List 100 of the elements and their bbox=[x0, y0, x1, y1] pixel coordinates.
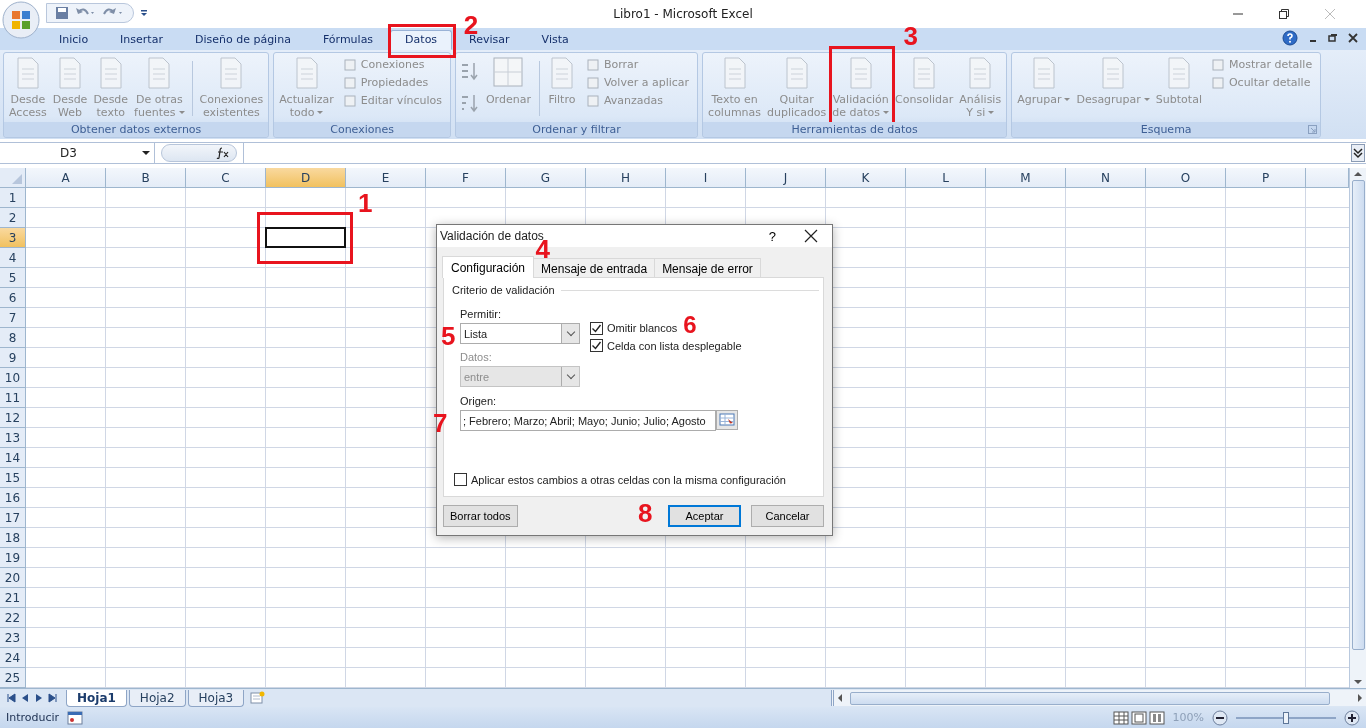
zoom-out-icon[interactable] bbox=[1212, 709, 1228, 726]
help-button[interactable]: ? bbox=[768, 228, 776, 244]
row-header[interactable]: 10 bbox=[0, 368, 26, 389]
step-number: 3 bbox=[903, 22, 919, 49]
page-break-icon[interactable] bbox=[1148, 710, 1165, 725]
scroll-thumb[interactable] bbox=[850, 691, 1330, 705]
dialog-tab[interactable]: Mensaje de entrada bbox=[533, 258, 656, 277]
dialog-button[interactable]: Cancelar bbox=[751, 505, 824, 527]
page-layout-icon[interactable] bbox=[1130, 710, 1147, 725]
row-header[interactable]: 12 bbox=[0, 408, 26, 429]
checkbox-label[interactable]: Omitir blancos bbox=[607, 322, 678, 334]
previous-sheet-icon[interactable] bbox=[20, 693, 30, 704]
row-header[interactable]: 14 bbox=[0, 448, 26, 469]
help-icon[interactable] bbox=[1282, 29, 1298, 46]
first-sheet-icon[interactable] bbox=[6, 693, 16, 704]
scroll-thumb[interactable] bbox=[1351, 180, 1365, 651]
vertical-scrollbar[interactable] bbox=[1349, 168, 1366, 689]
selected-cell[interactable] bbox=[265, 227, 346, 249]
step-number: 6 bbox=[683, 313, 697, 337]
column-header[interactable]: C bbox=[186, 168, 266, 189]
column-header[interactable]: A bbox=[26, 168, 106, 189]
name-box[interactable]: D3 bbox=[0, 142, 155, 164]
last-sheet-icon[interactable] bbox=[48, 693, 58, 704]
column-header[interactable]: N bbox=[1066, 168, 1146, 189]
column-header[interactable]: G bbox=[506, 168, 586, 189]
horizontal-scrollbar[interactable] bbox=[831, 690, 1366, 707]
row-header[interactable]: 4 bbox=[0, 248, 26, 269]
close-icon[interactable] bbox=[804, 229, 818, 243]
row-header[interactable]: 13 bbox=[0, 428, 26, 449]
triangle-icon bbox=[11, 173, 23, 186]
restore-icon[interactable] bbox=[1278, 8, 1290, 20]
row-header[interactable]: 21 bbox=[0, 588, 26, 609]
row-header[interactable]: 17 bbox=[0, 508, 26, 529]
next-sheet-icon[interactable] bbox=[34, 693, 44, 704]
row-header[interactable]: 15 bbox=[0, 468, 26, 489]
dialog-button[interactable]: Borrar todos bbox=[443, 505, 518, 527]
ribbon-tab[interactable]: Vista bbox=[526, 29, 584, 50]
row-header[interactable]: 6 bbox=[0, 288, 26, 309]
zoom-slider[interactable] bbox=[1283, 711, 1289, 724]
ribbon-tab[interactable]: Datos bbox=[390, 29, 453, 50]
row-header[interactable]: 24 bbox=[0, 648, 26, 669]
row-header[interactable]: 1 bbox=[0, 188, 26, 209]
macro-record-icon[interactable] bbox=[67, 710, 84, 725]
customize-caret-icon[interactable] bbox=[140, 9, 148, 17]
row-header[interactable]: 25 bbox=[0, 668, 26, 689]
ribbon-tab[interactable]: Inicio bbox=[44, 29, 104, 50]
sheet-tab[interactable]: Hoja2 bbox=[128, 689, 186, 707]
zoom-in-icon[interactable] bbox=[1344, 709, 1360, 726]
column-header[interactable]: K bbox=[826, 168, 906, 189]
column-header[interactable]: J bbox=[746, 168, 826, 189]
normal-view-icon[interactable] bbox=[1112, 710, 1129, 725]
sheet-tab[interactable]: Hoja1 bbox=[66, 689, 127, 707]
dialog-button[interactable]: Aceptar bbox=[668, 505, 741, 527]
checkbox[interactable] bbox=[590, 321, 603, 335]
row-header[interactable]: 8 bbox=[0, 328, 26, 349]
row-header[interactable]: 3 bbox=[0, 228, 26, 249]
row-header[interactable]: 11 bbox=[0, 388, 26, 409]
dialog-tab[interactable]: Configuración bbox=[442, 256, 535, 278]
field-label: Permitir: bbox=[460, 308, 502, 320]
step-number: 7 bbox=[433, 410, 448, 436]
close-icon[interactable] bbox=[1348, 32, 1358, 43]
column-header[interactable]: I bbox=[666, 168, 746, 189]
checkbox-label[interactable]: Aplicar estos cambios a otras celdas con la misma configuración bbox=[471, 473, 786, 486]
row-header[interactable]: 2 bbox=[0, 208, 26, 229]
restore-icon[interactable] bbox=[1328, 32, 1338, 43]
allow-dropdown[interactable]: Lista bbox=[460, 323, 580, 344]
step-number: 8 bbox=[638, 500, 653, 526]
source-field[interactable]: ; Febrero; Marzo; Abril; Mayo; Junio; Julio; Agosto bbox=[460, 410, 716, 431]
field-label: Datos: bbox=[460, 351, 493, 363]
row-header[interactable]: 16 bbox=[0, 488, 26, 509]
row-header[interactable]: 5 bbox=[0, 268, 26, 289]
function-button[interactable] bbox=[161, 143, 237, 163]
dialog-tab[interactable]: Mensaje de error bbox=[654, 258, 761, 277]
ribbon-tab[interactable]: Diseño de página bbox=[179, 29, 306, 50]
expand-icon[interactable] bbox=[1351, 143, 1365, 162]
checkbox[interactable] bbox=[590, 339, 603, 352]
column-header[interactable]: D bbox=[266, 168, 346, 189]
column-header[interactable]: O bbox=[1146, 168, 1226, 189]
ribbon-tab[interactable]: Fórmulas bbox=[307, 29, 389, 50]
row-header[interactable]: 18 bbox=[0, 528, 26, 549]
column-header[interactable]: E bbox=[346, 168, 426, 189]
save-icon[interactable] bbox=[55, 6, 69, 20]
ribbon-tab[interactable]: Insertar bbox=[105, 29, 178, 50]
row-header[interactable]: 9 bbox=[0, 348, 26, 369]
row-header[interactable]: 7 bbox=[0, 308, 26, 329]
column-header[interactable]: L bbox=[906, 168, 986, 189]
row-header[interactable]: 23 bbox=[0, 628, 26, 649]
column-header[interactable]: H bbox=[586, 168, 666, 189]
row-header[interactable]: 22 bbox=[0, 608, 26, 629]
column-header[interactable]: M bbox=[986, 168, 1066, 189]
sheet-tab[interactable]: Hoja3 bbox=[187, 689, 245, 707]
row-header[interactable]: 20 bbox=[0, 568, 26, 589]
column-header[interactable]: F bbox=[426, 168, 506, 189]
window-title: Libro1 - Microsoft Excel bbox=[613, 7, 753, 21]
column-header[interactable]: B bbox=[106, 168, 186, 189]
column-header[interactable]: P bbox=[1226, 168, 1306, 189]
range-picker-icon[interactable] bbox=[716, 410, 738, 430]
row-header[interactable]: 19 bbox=[0, 548, 26, 569]
checkbox-label[interactable]: Celda con lista desplegable bbox=[607, 339, 742, 352]
checkbox[interactable] bbox=[454, 473, 467, 486]
